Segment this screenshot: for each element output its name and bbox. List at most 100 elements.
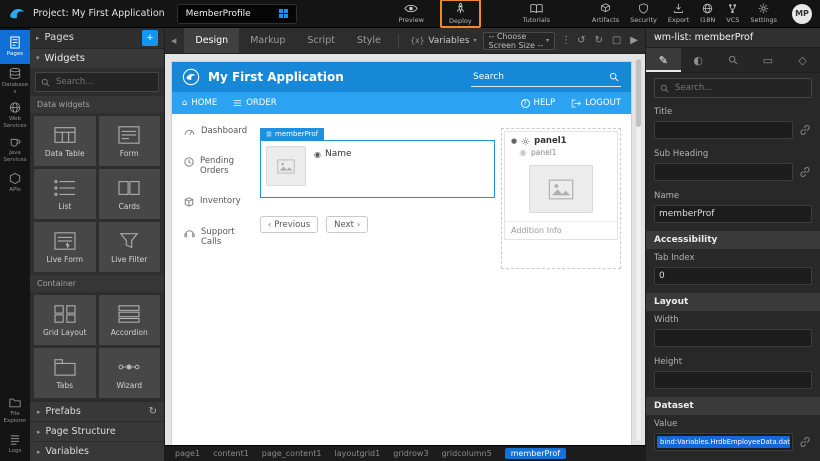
more-options-icon[interactable]: ⋮ [561, 35, 571, 46]
nav-logout[interactable]: LOGOUT [571, 98, 621, 108]
bind-icon[interactable] [798, 435, 812, 449]
grid-icon[interactable] [279, 9, 288, 18]
variables-section-header[interactable]: ▸ Variables [30, 441, 164, 461]
widget-grid-layout[interactable]: Grid Layout [34, 295, 96, 345]
app-search[interactable]: Search [471, 67, 621, 87]
page-tab-memberprofile[interactable]: MemberProfile [177, 4, 297, 24]
widget-cards[interactable]: Cards [99, 169, 161, 219]
widget-search[interactable] [35, 72, 159, 92]
tab-script[interactable]: Script [296, 28, 346, 53]
refresh-icon[interactable]: ↻ [149, 406, 157, 417]
tab-search[interactable] [716, 48, 751, 72]
next-page-button[interactable]: Next › [326, 216, 368, 233]
security-button[interactable]: Security [630, 3, 657, 24]
width-input[interactable] [654, 329, 812, 347]
nav-order[interactable]: ORDER [233, 98, 276, 108]
preview-button[interactable]: Preview [399, 3, 424, 24]
fullscreen-icon[interactable]: ▢ [612, 35, 621, 46]
collapse-right-icon[interactable]: ▶ [630, 35, 638, 46]
redo-icon[interactable]: ↻ [594, 35, 602, 46]
title-input[interactable] [654, 121, 793, 139]
tab-style[interactable]: Style [346, 28, 392, 53]
i18n-button[interactable]: I18N [700, 3, 715, 24]
value-input[interactable]: bind:Variables.HrdbEmployeeData.data [654, 433, 793, 451]
picture-placeholder[interactable] [529, 165, 593, 213]
breadcrumb-item[interactable]: layoutgrid1 [335, 449, 381, 458]
name-label-row[interactable]: ◉ Name [314, 149, 352, 159]
layout-section-header[interactable]: Layout [646, 293, 820, 311]
collapse-left-icon[interactable]: ◀ [169, 37, 178, 45]
user-avatar[interactable]: MP [792, 4, 812, 24]
undo-icon[interactable]: ↺ [577, 35, 585, 46]
tab-design[interactable]: Design [184, 28, 239, 53]
bind-icon[interactable] [798, 165, 812, 179]
widget-search-input[interactable] [54, 76, 153, 88]
panel-header[interactable]: ● panel1 [505, 132, 617, 146]
sidenav-inventory[interactable]: Inventory [184, 196, 256, 207]
breadcrumb-item[interactable]: content1 [213, 449, 249, 458]
properties-search-input[interactable] [673, 82, 806, 94]
widget-accordion[interactable]: Accordion [99, 295, 161, 345]
value-binding-chip[interactable]: bind:Variables.HrdbEmployeeData.data [657, 436, 790, 448]
widget-live-filter[interactable]: Live Filter [99, 222, 161, 272]
tutorials-button[interactable]: Tutorials [523, 3, 550, 24]
properties-search[interactable] [654, 78, 812, 98]
settings-button[interactable]: Settings [750, 3, 777, 24]
artifacts-button[interactable]: Artifacts [592, 3, 619, 24]
widget-list[interactable]: List [34, 169, 96, 219]
previous-page-button[interactable]: ‹ Previous [260, 216, 318, 233]
design-canvas[interactable]: My First Application Search ⌂ HOME [165, 54, 645, 445]
sidenav-support-calls[interactable]: Support Calls [184, 227, 256, 247]
rail-item-web-services[interactable]: Web Services [0, 98, 30, 132]
bind-icon[interactable] [798, 123, 812, 137]
accessibility-section-header[interactable]: Accessibility [646, 231, 820, 249]
subheading-input[interactable] [654, 163, 793, 181]
selected-widget-chip[interactable]: memberProf [260, 128, 324, 140]
nav-help[interactable]: ? HELP [521, 98, 556, 108]
add-page-button[interactable]: + [142, 30, 158, 46]
tab-properties[interactable]: ✎ [646, 48, 681, 72]
scrollbar-thumb[interactable] [636, 59, 641, 127]
rail-item-file-explorer[interactable]: File Explorer [0, 393, 30, 427]
nav-home[interactable]: ⌂ HOME [182, 98, 217, 108]
height-input[interactable] [654, 371, 812, 389]
dataset-section-header[interactable]: Dataset [646, 397, 820, 415]
sidenav-dashboard[interactable]: Dashboard [184, 126, 256, 136]
deploy-button[interactable]: Deploy [449, 2, 472, 25]
pages-section-header[interactable]: ▸ Pages + [30, 28, 164, 49]
tab-styles[interactable]: ◐ [681, 48, 716, 72]
page-structure-section-header[interactable]: ▸ Page Structure [30, 421, 164, 441]
variables-dropdown[interactable]: {x} Variables ▾ [410, 36, 476, 46]
canvas-scrollbar[interactable] [635, 57, 642, 442]
breadcrumb-item[interactable]: gridrow3 [393, 449, 428, 458]
widget-wizard[interactable]: Wizard [99, 348, 161, 398]
image-placeholder[interactable] [266, 146, 306, 186]
widget-tabs[interactable]: Tabs [34, 348, 96, 398]
vcs-button[interactable]: VCS [726, 3, 739, 24]
rail-item-java-services[interactable]: Java Services [0, 132, 30, 166]
tab-markup[interactable]: Markup [239, 28, 296, 53]
breadcrumb-item[interactable]: gridcolumn5 [442, 449, 492, 458]
widgets-section-header[interactable]: ▾ Widgets [30, 49, 164, 68]
list-item[interactable]: ◉ Name [266, 146, 489, 186]
rail-item-databases[interactable]: Databases [0, 64, 30, 98]
tab-events[interactable]: ▭ [750, 48, 785, 72]
screen-size-select[interactable]: -- Choose Screen Size -- ▾ [483, 32, 556, 50]
prefabs-section-header[interactable]: ▸ Prefabs ↻ [30, 401, 164, 421]
panel-subheader[interactable]: panel1 [505, 146, 617, 157]
rail-item-pages[interactable]: Pages [0, 30, 30, 64]
widget-data-table[interactable]: Data Table [34, 116, 96, 166]
widget-live-form[interactable]: Live Form [34, 222, 96, 272]
search-icon[interactable] [609, 72, 619, 82]
name-input[interactable] [654, 205, 812, 223]
breadcrumb-item[interactable]: page1 [175, 449, 200, 458]
breadcrumb-item[interactable]: page_content1 [262, 449, 322, 458]
member-profile-list-widget[interactable]: ◉ Name [260, 140, 495, 198]
export-button[interactable]: Export [668, 3, 689, 24]
tab-index-input[interactable] [654, 267, 812, 285]
breadcrumb-item-selected[interactable]: memberProf [505, 448, 566, 459]
widget-form[interactable]: Form [99, 116, 161, 166]
rail-item-apis[interactable]: APIs [0, 166, 30, 200]
tab-security[interactable]: ◇ [785, 48, 820, 72]
panel1-widget[interactable]: ● panel1 panel1 [501, 128, 621, 269]
